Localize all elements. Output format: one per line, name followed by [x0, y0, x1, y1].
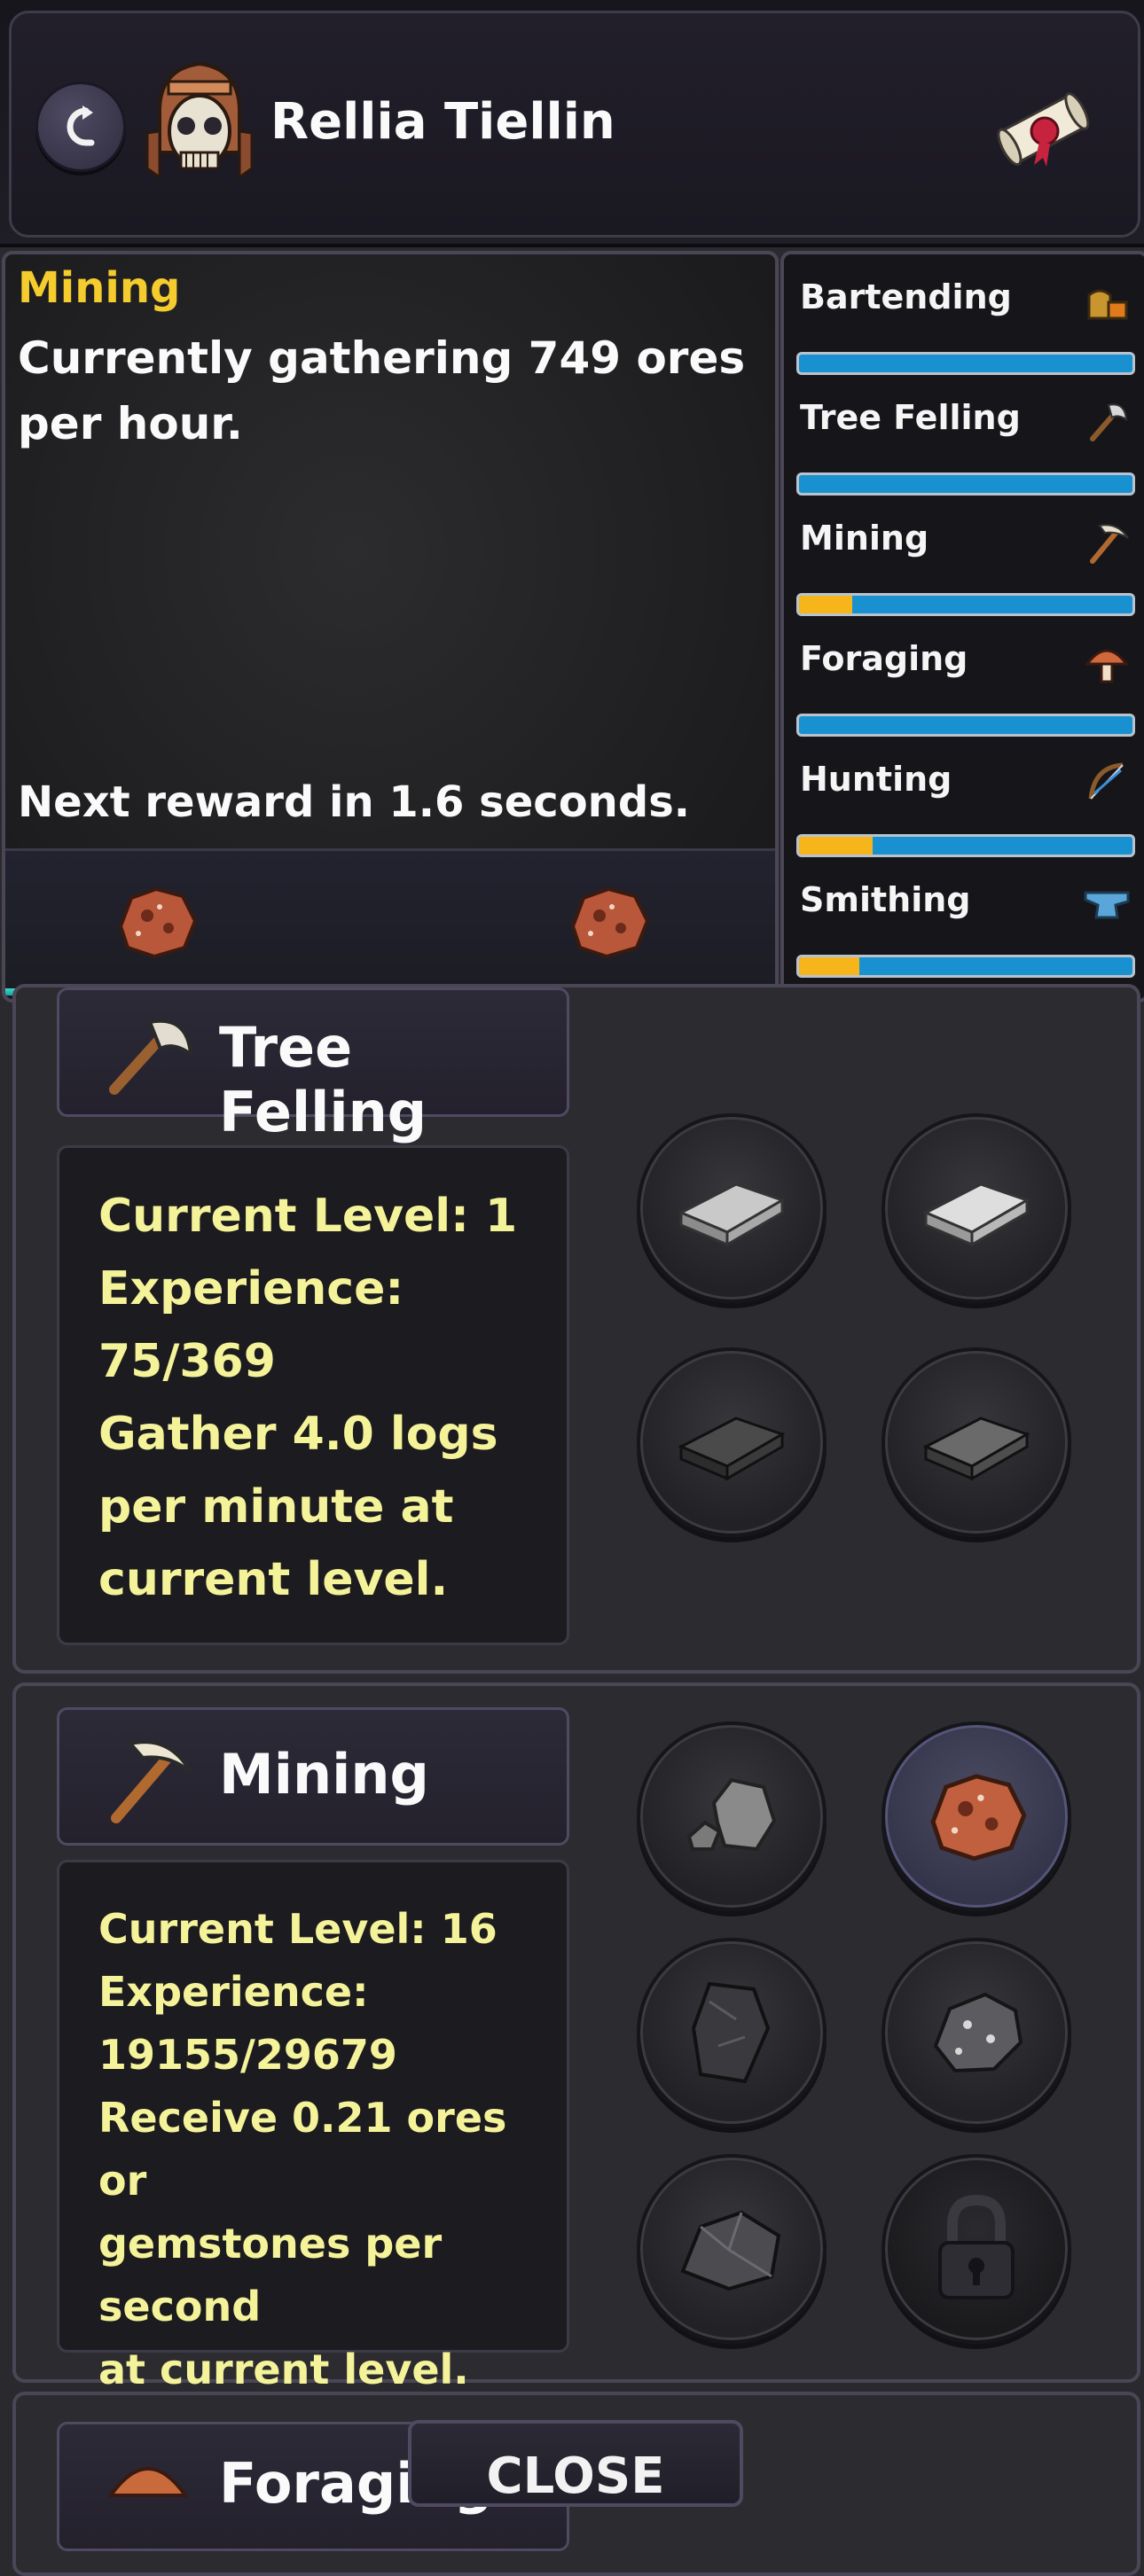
pickaxe-icon [111, 1740, 192, 1823]
mining-line: gemstones per second [98, 2220, 443, 2330]
resource-slot[interactable] [637, 1938, 827, 2127]
next-reward-timer: Next reward in 1.6 seconds. [18, 777, 691, 827]
close-button[interactable]: CLOSE [408, 2420, 743, 2507]
resource-slot[interactable] [637, 1113, 827, 1303]
bartending-icon [1087, 289, 1128, 320]
skill-bar-tree-felling [796, 472, 1135, 496]
stone-icon [686, 1777, 777, 1852]
skill-bar-mining [796, 593, 1135, 616]
resource-slot[interactable] [637, 2154, 827, 2344]
tree-felling-line: 75/369 [98, 1335, 276, 1388]
mushroom-icon [107, 2467, 189, 2497]
rock-icon [680, 2210, 781, 2291]
mining-line: Experience: [98, 1968, 369, 2016]
tree-felling-header[interactable]: Tree Felling [57, 987, 569, 1144]
skill-bar-foraging [796, 714, 1135, 737]
coal-icon [691, 1981, 771, 2084]
padlock-icon [938, 2194, 1015, 2299]
skill-name-hunting[interactable]: Hunting [800, 760, 952, 799]
pickaxe-icon [1090, 524, 1129, 564]
skill-bar-smithing [796, 955, 1135, 978]
skill-bar-fill [799, 596, 853, 613]
mining-line: Current Level: 16 [98, 1905, 498, 1953]
mushroom-icon [1085, 649, 1129, 683]
resource-slot-selected[interactable] [882, 1721, 1071, 1911]
tree-felling-card: Tree Felling Current Level: 1 Experience… [12, 984, 1140, 1674]
mining-line: 19155/29679 [98, 2031, 397, 2079]
activity-title: Mining [18, 263, 181, 313]
skill-name-mining[interactable]: Mining [800, 519, 929, 558]
copper-ore-icon [930, 1774, 1027, 1862]
character-name: Rellia Tiellin [270, 93, 615, 151]
resource-slot[interactable] [637, 1347, 827, 1537]
axe-icon [109, 1019, 193, 1095]
skill-bar-fill [799, 957, 859, 975]
mining-header[interactable]: Mining [57, 1707, 569, 1846]
skill-name-foraging[interactable]: Foraging [800, 639, 968, 678]
mining-title: Mining [219, 1742, 429, 1807]
tree-felling-stats: Current Level: 1 Experience: 75/369 Gath… [98, 1180, 560, 1616]
bow-icon [1088, 762, 1124, 800]
skills-sidebar: Bartending Tree Felling Mining Foraging … [780, 251, 1144, 1003]
skill-bar-bartending [796, 352, 1135, 375]
character-avatar [142, 53, 257, 186]
mining-line: Receive 0.21 ores or [98, 2094, 507, 2205]
tree-felling-line: current level. [98, 1553, 449, 1606]
resource-slot[interactable] [882, 1938, 1071, 2127]
copper-ore-icon [118, 886, 198, 959]
resource-slot[interactable] [882, 1113, 1071, 1303]
activity-panel: Mining Currently gathering 749 ores per … [2, 251, 779, 1003]
resource-slot[interactable] [637, 1721, 827, 1911]
skill-name-tree-felling[interactable]: Tree Felling [800, 398, 1021, 437]
log-light-icon [678, 1183, 786, 1247]
mining-stats: Current Level: 16 Experience: 19155/2967… [98, 1898, 560, 2401]
resource-slot-locked[interactable] [882, 2154, 1071, 2344]
skill-name-smithing[interactable]: Smithing [800, 880, 971, 919]
back-button[interactable] [35, 82, 126, 172]
skill-name-bartending[interactable]: Bartending [800, 277, 1012, 316]
tree-felling-line: per minute at [98, 1480, 454, 1534]
resource-slot[interactable] [882, 1347, 1071, 1537]
skeleton-portrait-icon [145, 61, 254, 180]
log-light-icon [922, 1183, 1030, 1247]
character-header: Rellia Tiellin [0, 0, 1144, 247]
tree-felling-line: Current Level: 1 [98, 1190, 518, 1243]
return-arrow-icon [67, 105, 95, 146]
iron-ore-icon [933, 1992, 1023, 2073]
log-dark-icon [922, 1417, 1030, 1481]
anvil-icon [1084, 891, 1130, 919]
axe-icon [1090, 403, 1128, 441]
mining-card: Mining Current Level: 16 Experience: 191… [12, 1682, 1140, 2393]
tree-felling-line: Gather 4.0 logs [98, 1408, 498, 1461]
tree-felling-info: Current Level: 1 Experience: 75/369 Gath… [57, 1145, 569, 1645]
activity-description: Currently gathering 749 ores per hour. [18, 332, 746, 449]
mining-info: Current Level: 16 Experience: 19155/2967… [57, 1860, 569, 2393]
quest-scroll-button[interactable] [984, 78, 1100, 176]
log-dark-icon [678, 1417, 786, 1481]
skill-bar-hunting [796, 834, 1135, 857]
tree-felling-line: Experience: [98, 1262, 404, 1315]
skill-bar-fill [799, 837, 873, 855]
copper-ore-icon [570, 886, 650, 959]
tree-felling-title: Tree Felling [219, 1015, 427, 1144]
reward-strip [5, 848, 775, 993]
scroll-icon [997, 92, 1090, 167]
